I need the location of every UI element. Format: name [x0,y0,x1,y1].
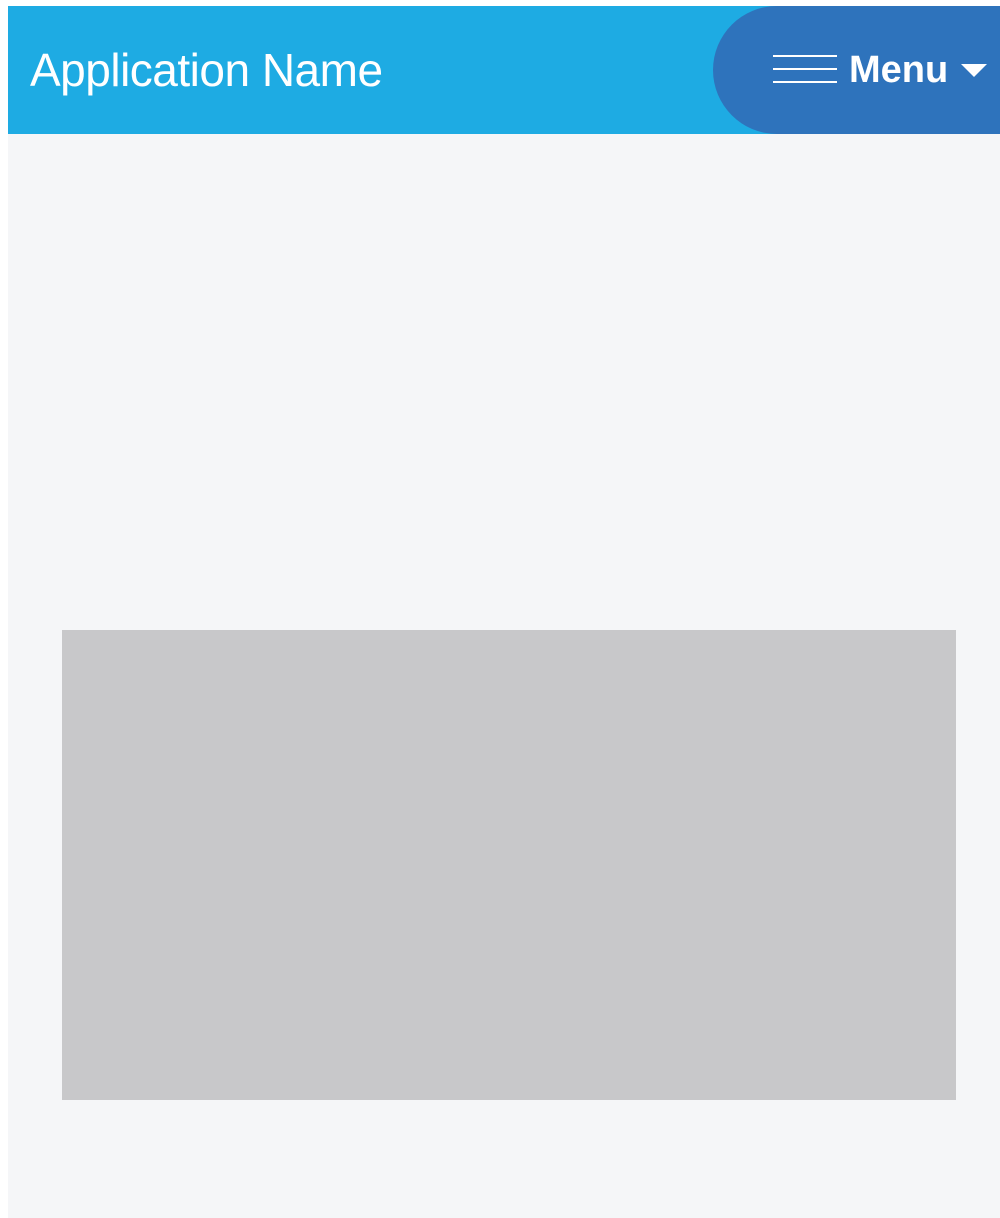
caret-down-icon [961,64,987,77]
app-header: Application Name Menu [8,6,1000,134]
menu-label: Menu [849,49,949,91]
app-frame: Application Name Menu [8,6,1000,1218]
menu-button[interactable]: Menu [713,6,1000,134]
hamburger-icon [773,55,837,85]
app-title: Application Name [30,44,383,96]
content-placeholder [62,630,956,1100]
